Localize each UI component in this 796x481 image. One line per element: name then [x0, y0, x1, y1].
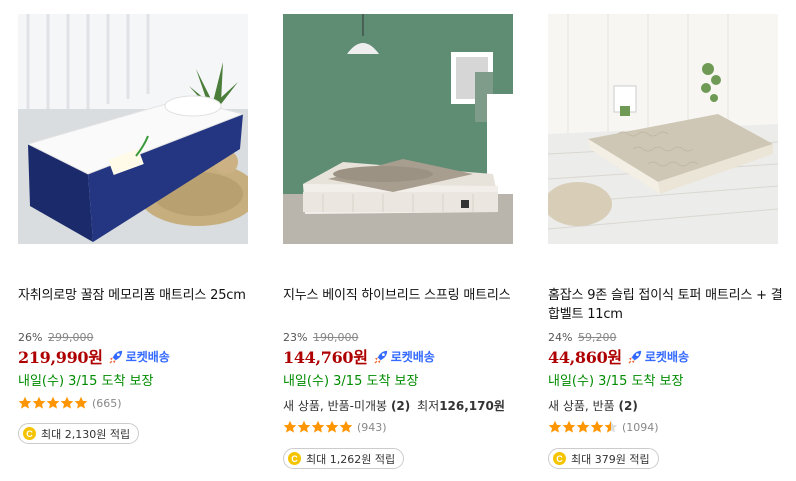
rocket-icon — [628, 350, 641, 364]
cashback-badge: C 최대 379원 적립 — [548, 448, 659, 469]
star-icon — [562, 420, 576, 433]
arrival-guarantee: 내일(수) 3/15 도착 보장 — [18, 374, 154, 389]
cashback-badge: C 최대 1,262원 적립 — [283, 448, 405, 469]
rocket-delivery-badge: 로켓배송 — [628, 348, 689, 365]
star-icon — [32, 396, 46, 409]
sale-price: 44,860원 — [548, 348, 622, 367]
discount-rate: 26% — [18, 331, 43, 344]
star-rating — [18, 396, 88, 410]
product-title[interactable]: 지누스 베이직 하이브리드 스프링 매트리스 — [283, 286, 523, 305]
star-icon — [60, 396, 74, 409]
star-icon — [548, 420, 562, 433]
discount-row: 23% 190,000 — [283, 331, 358, 344]
product-card-3[interactable]: 홈잡스 9존 슬립 접이식 토퍼 매트리스 + 결합벨트 11cm 24% 59… — [548, 0, 796, 481]
arrival-guarantee: 내일(수) 3/15 도착 보장 — [283, 374, 419, 389]
rating: (943) — [283, 420, 387, 434]
review-count: (1094) — [622, 420, 659, 434]
folding-topper-mattress-photo — [548, 14, 778, 244]
star-icon — [18, 396, 32, 409]
cashback-text: 최대 1,262원 적립 — [306, 452, 396, 466]
discount-row: 24% 59,200 — [548, 331, 616, 344]
product-title[interactable]: 홈잡스 9존 슬립 접이식 토퍼 매트리스 + 결합벨트 11cm — [548, 286, 788, 324]
discount-rate: 24% — [548, 331, 573, 344]
star-icon — [576, 420, 590, 433]
used-product-label: 새 상품, 반품-미개봉 — [283, 399, 388, 413]
star-icon — [590, 420, 604, 433]
star-rating — [283, 420, 353, 434]
sale-row: 219,990원 로켓배송 — [18, 345, 170, 367]
rocket-delivery-badge: 로켓배송 — [109, 348, 170, 365]
rocket-label: 로켓배송 — [125, 349, 170, 364]
star-icon — [311, 420, 325, 433]
cash-coin-icon: C — [288, 452, 301, 465]
discount-rate: 23% — [283, 331, 308, 344]
used-product-info[interactable]: 새 상품, 반품 (2) — [548, 397, 638, 414]
sale-row: 144,760원 로켓배송 — [283, 345, 435, 367]
rocket-label: 로켓배송 — [390, 349, 435, 364]
original-price: 190,000 — [312, 331, 359, 344]
lowest-price: 126,170원 — [439, 399, 505, 413]
mattress-memory-foam-photo — [18, 14, 248, 244]
product-image[interactable] — [548, 14, 778, 244]
used-product-count: (2) — [618, 399, 638, 413]
sale-row: 44,860원 로켓배송 — [548, 345, 689, 367]
rating: (665) — [18, 396, 122, 410]
original-price: 59,200 — [577, 331, 617, 344]
used-product-count: (2) — [390, 399, 411, 413]
product-image[interactable] — [283, 14, 513, 244]
used-product-label: 새 상품, 반품 — [548, 399, 615, 413]
star-icon — [339, 420, 353, 433]
star-icon — [325, 420, 339, 433]
product-title[interactable]: 자취의로망 꿀잠 메모리폼 매트리스 25cm — [18, 286, 258, 305]
product-card-2[interactable]: 지누스 베이직 하이브리드 스프링 매트리스 23% 190,000 144,7… — [283, 0, 545, 481]
cashback-text: 최대 379원 적립 — [571, 452, 650, 466]
review-count: (665) — [92, 396, 122, 410]
star-half-icon — [604, 420, 618, 433]
sale-price: 219,990원 — [18, 348, 103, 367]
hybrid-spring-mattress-photo — [283, 14, 513, 244]
cashback-text: 최대 2,130원 적립 — [41, 427, 131, 441]
arrival-guarantee: 내일(수) 3/15 도착 보장 — [548, 374, 684, 389]
used-product-info[interactable]: 새 상품, 반품-미개봉 (2) 최저126,170원 — [283, 397, 505, 414]
star-icon — [297, 420, 311, 433]
cash-coin-icon: C — [553, 452, 566, 465]
sale-price: 144,760원 — [283, 348, 368, 367]
review-count: (943) — [357, 420, 387, 434]
discount-row: 26% 299,000 — [18, 331, 93, 344]
cashback-badge: C 최대 2,130원 적립 — [18, 423, 140, 444]
rocket-icon — [374, 350, 387, 364]
rocket-icon — [109, 350, 122, 364]
rating: (1094) — [548, 420, 659, 434]
rocket-label: 로켓배송 — [644, 349, 690, 364]
original-price: 299,000 — [47, 331, 94, 344]
product-image[interactable] — [18, 14, 248, 244]
product-card-1[interactable]: 자취의로망 꿀잠 메모리폼 매트리스 25cm 26% 299,000 219,… — [18, 0, 280, 481]
star-icon — [283, 420, 297, 433]
rocket-delivery-badge: 로켓배송 — [374, 348, 435, 365]
star-icon — [74, 396, 88, 409]
star-icon — [46, 396, 60, 409]
lowest-label: 최저 — [417, 399, 440, 413]
cash-coin-icon: C — [23, 427, 36, 440]
star-rating — [548, 420, 618, 434]
